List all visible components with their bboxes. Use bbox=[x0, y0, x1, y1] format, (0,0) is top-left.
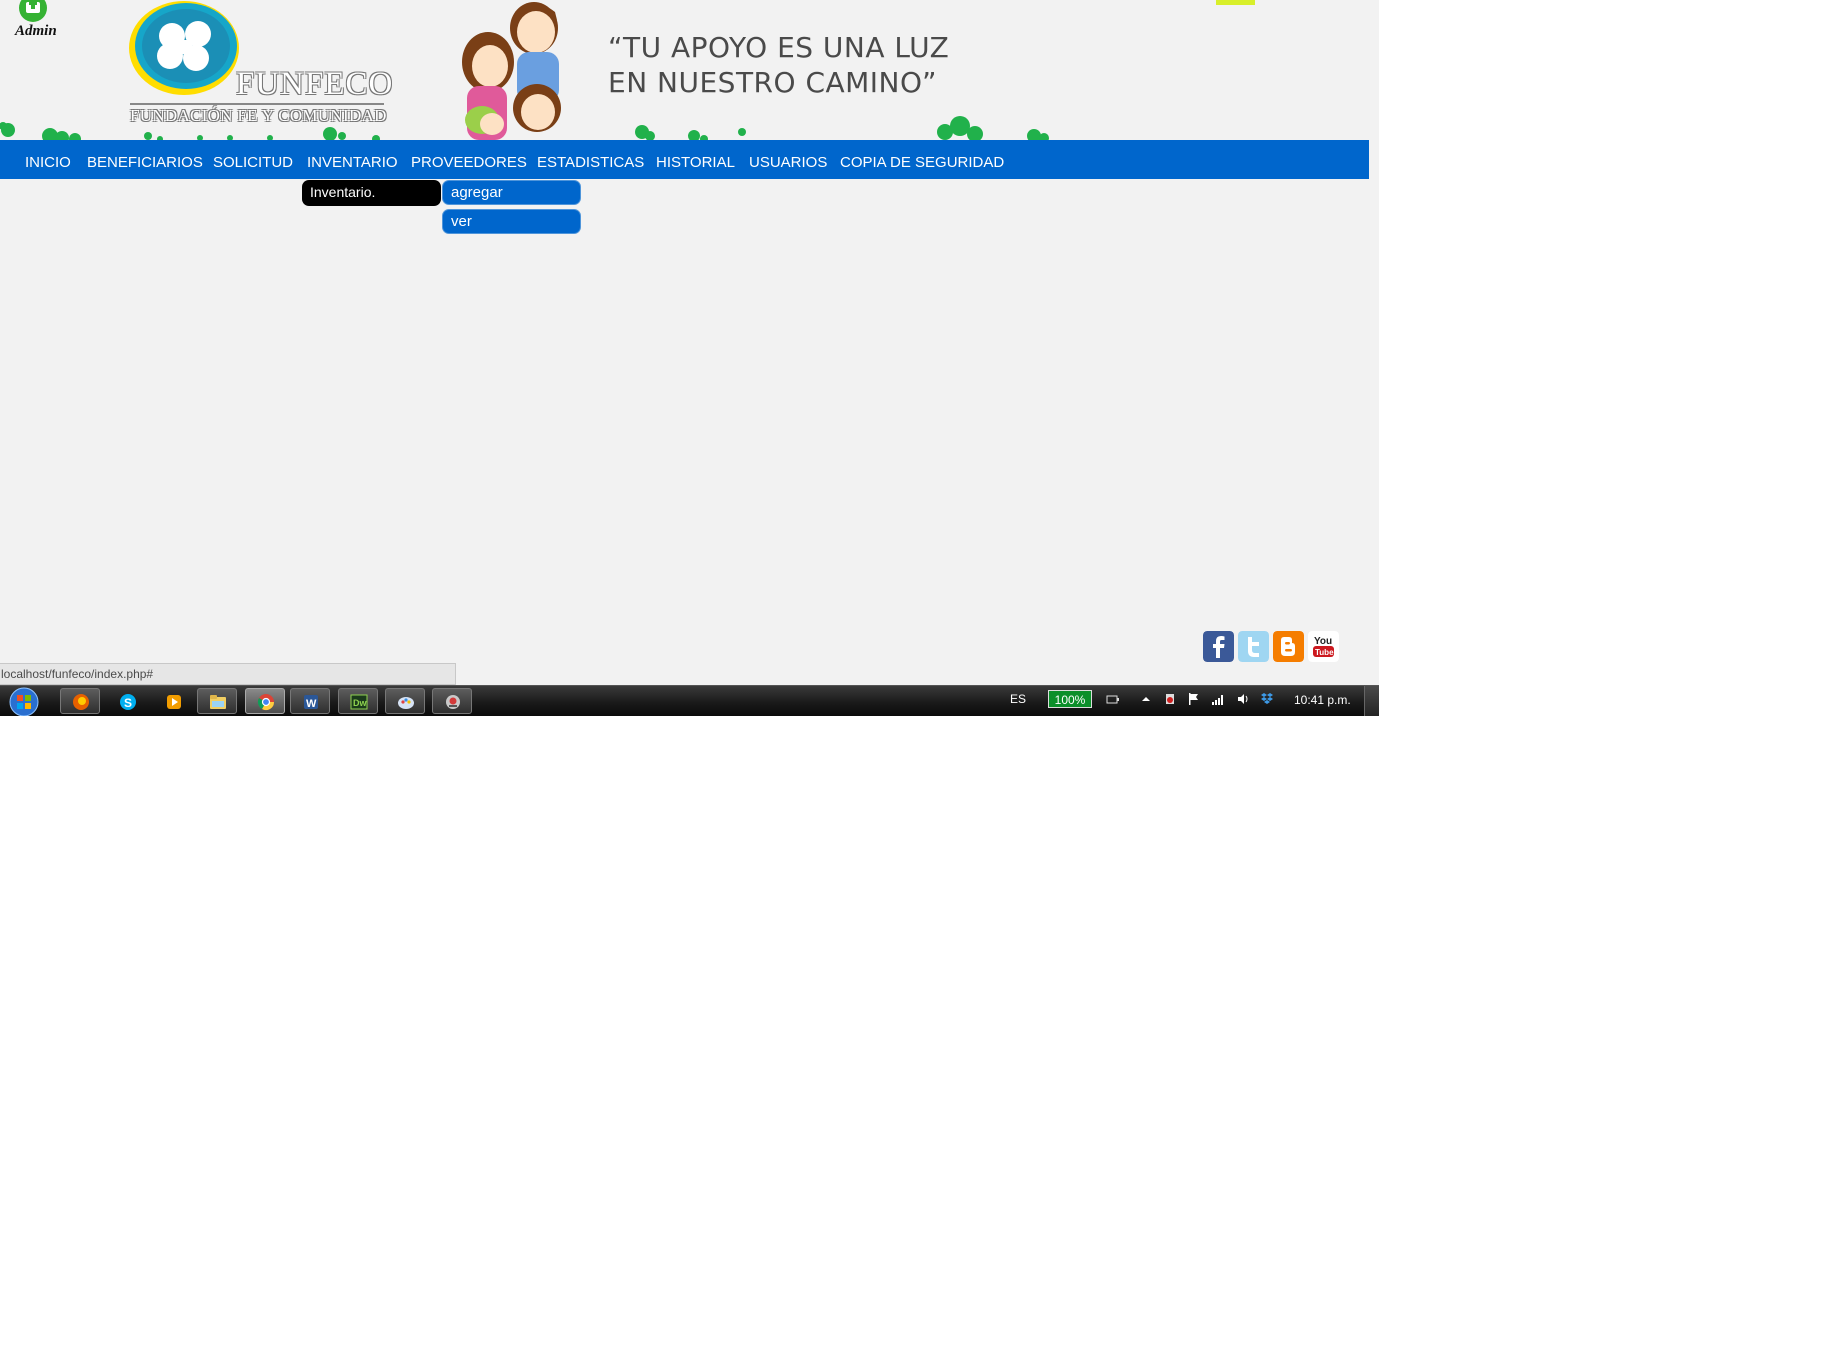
chrome-icon bbox=[257, 694, 275, 711]
media-player-icon bbox=[167, 695, 181, 709]
language-indicator[interactable]: ES bbox=[1010, 692, 1026, 706]
clover-decoration bbox=[0, 116, 1049, 140]
nav-beneficiarios[interactable]: BENEFICIARIOS bbox=[87, 154, 203, 171]
lock-icon[interactable] bbox=[17, 0, 49, 22]
svg-text:Tube: Tube bbox=[1315, 648, 1334, 657]
system-clock[interactable]: 10:41 p.m. bbox=[1294, 693, 1351, 707]
volume-icon[interactable] bbox=[1236, 692, 1250, 706]
app-icon bbox=[446, 695, 460, 709]
start-button[interactable] bbox=[5, 687, 43, 716]
dropbox-icon[interactable] bbox=[1260, 692, 1274, 706]
nav-copia-de-seguridad[interactable]: COPIA DE SEGURIDAD bbox=[840, 154, 1004, 171]
taskbar-media-player[interactable] bbox=[153, 688, 193, 714]
antivirus-icon[interactable] bbox=[1163, 692, 1177, 706]
show-hidden-icons-icon[interactable] bbox=[1139, 692, 1153, 706]
logo-name: FUNFECO bbox=[236, 66, 394, 102]
nav-solicitud[interactable]: SOLICITUD bbox=[213, 154, 293, 171]
taskbar-skype[interactable]: S bbox=[107, 688, 147, 714]
taskbar-chrome[interactable] bbox=[245, 688, 285, 714]
battery-indicator[interactable]: 100% bbox=[1048, 690, 1092, 708]
nav-estadisticas[interactable]: ESTADISTICAS bbox=[537, 154, 644, 171]
skype-icon: S bbox=[120, 694, 136, 710]
blogger-icon[interactable] bbox=[1273, 631, 1304, 662]
svg-text:You: You bbox=[1314, 636, 1332, 647]
word-icon: W bbox=[304, 695, 318, 710]
logo-divider bbox=[130, 103, 384, 105]
network-signal-icon[interactable] bbox=[1211, 692, 1225, 706]
dreamweaver-icon: Dw bbox=[350, 694, 368, 710]
taskbar-paint[interactable] bbox=[385, 688, 425, 714]
taskbar-app[interactable] bbox=[432, 688, 472, 714]
action-center-flag-icon[interactable] bbox=[1187, 692, 1201, 706]
slogan-line-1: “TU APOYO ES UNA LUZ bbox=[608, 31, 950, 64]
twitter-icon[interactable] bbox=[1238, 631, 1269, 662]
dropdown-agregar[interactable]: agregar bbox=[442, 180, 581, 205]
nav-inventario[interactable]: INVENTARIO bbox=[307, 154, 398, 171]
show-desktop-button[interactable] bbox=[1364, 686, 1379, 716]
slogan-line-2: EN NUESTRO CAMINO” bbox=[608, 66, 938, 99]
taskbar-dreamweaver[interactable]: Dw bbox=[338, 688, 378, 714]
windows-taskbar: S W Dw ES 100% 10:41 p.m. bbox=[0, 685, 1379, 716]
folder-icon bbox=[210, 695, 226, 709]
nav-historial[interactable]: HISTORIAL bbox=[656, 154, 735, 171]
nav-inicio[interactable]: INICIO bbox=[25, 154, 71, 171]
nav-proveedores[interactable]: PROVEEDORES bbox=[411, 154, 527, 171]
svg-text:S: S bbox=[124, 696, 132, 710]
dropdown-inventario[interactable]: Inventario. bbox=[302, 180, 441, 206]
battery-icon[interactable] bbox=[1106, 692, 1120, 706]
admin-label[interactable]: Admin bbox=[15, 23, 57, 40]
svg-text:W: W bbox=[306, 698, 317, 710]
dropdown-ver[interactable]: ver bbox=[442, 209, 581, 234]
browser-viewport: Admin FUNFECO FUNDACIÓN FE Y COMUNIDAD “… bbox=[0, 0, 1379, 716]
nav-usuarios[interactable]: USUARIOS bbox=[749, 154, 827, 171]
taskbar-word[interactable]: W bbox=[290, 688, 330, 714]
slogan: “TU APOYO ES UNA LUZ EN NUESTRO CAMINO” bbox=[608, 30, 949, 100]
header-tab bbox=[1216, 0, 1255, 5]
facebook-icon[interactable] bbox=[1203, 631, 1234, 662]
paint-icon bbox=[398, 697, 414, 709]
taskbar-explorer[interactable] bbox=[197, 688, 237, 714]
site-header: Admin FUNFECO FUNDACIÓN FE Y COMUNIDAD “… bbox=[0, 0, 1379, 140]
taskbar-firefox[interactable] bbox=[60, 688, 100, 714]
svg-text:Dw: Dw bbox=[353, 698, 367, 708]
browser-status-url: localhost/funfeco/index.php# bbox=[0, 663, 456, 685]
firefox-icon bbox=[73, 694, 89, 710]
youtube-icon[interactable]: You Tube bbox=[1308, 631, 1339, 662]
